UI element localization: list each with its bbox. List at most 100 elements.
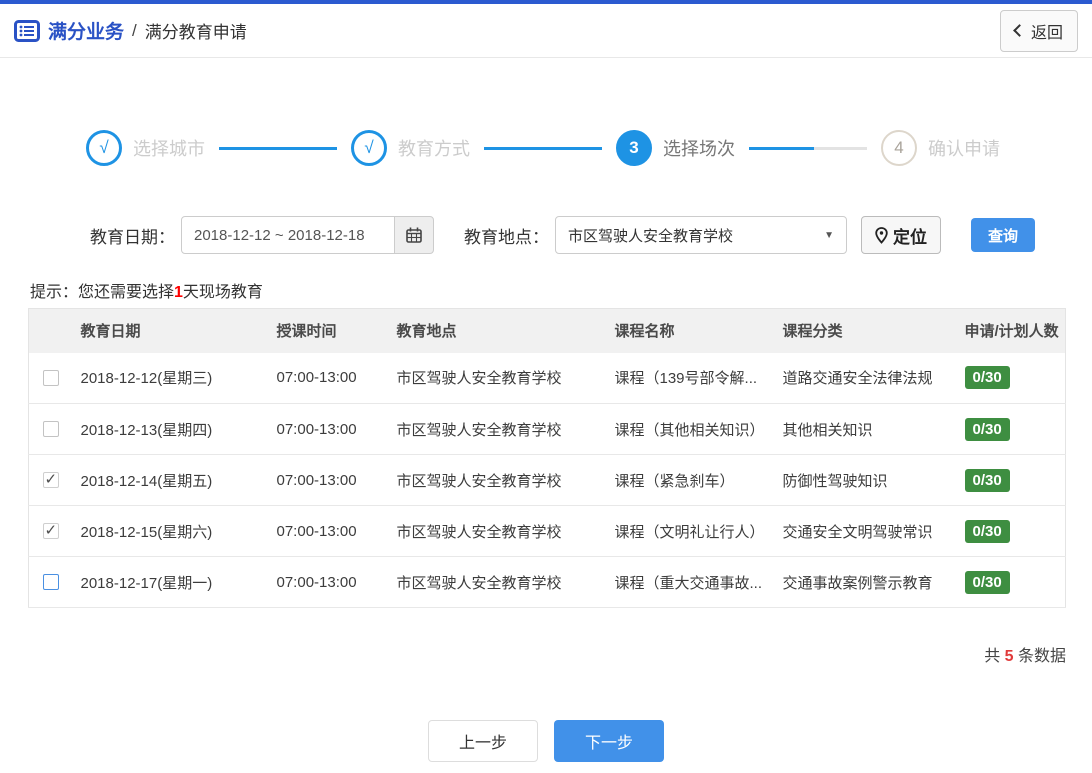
cell-date: 2018-12-17(星期一) [72,556,269,608]
table-row: ✓ 2018-12-13(星期四) 07:00-13:00 市区驾驶人安全教育学… [28,403,1066,455]
check-icon: ✓ [44,470,58,488]
step-4-circle: 4 [881,130,917,166]
previous-step-button[interactable]: 上一步 [428,720,538,762]
row-checkbox[interactable]: ✓ [42,470,59,488]
cell-location: 市区驾驶人安全教育学校 [388,403,607,455]
cell-category: 交通事故案例警示教育 [774,556,957,608]
row-checkbox[interactable]: ✓ [42,574,59,590]
step-4-label: 确认申请 [928,139,1000,159]
step-3-circle: 3 [616,130,652,166]
column-header-checkbox [28,308,73,353]
step-2-circle: √ [351,130,387,166]
table-row: ✓ 2018-12-14(星期五) 07:00-13:00 市区驾驶人安全教育学… [28,454,1066,506]
cell-category: 防御性驾驶知识 [774,454,957,506]
capacity-badge: 0/30 [964,519,1010,543]
filter-bar: 教育日期： 教育地点： 市区驾驶人安全教育学校 ▼ 定位 查询 [90,216,1092,254]
step-select-session: 3 选择场次 [616,130,735,166]
locate-button[interactable]: 定位 [861,216,941,254]
summary-suffix: 条数据 [1013,648,1066,665]
cell-category: 道路交通安全法律法规 [774,352,957,404]
step-education-method: √ 教育方式 [351,130,470,166]
chevron-left-icon [1013,24,1026,37]
row-checkbox[interactable]: ✓ [42,421,59,437]
step-1-label: 选择城市 [133,139,205,159]
step-2-label: 教育方式 [398,139,470,159]
hint-prefix: 提示：您还需要选择 [30,284,175,301]
location-select-value: 市区驾驶人安全教育学校 [568,227,734,245]
breadcrumb: 满分业务 / 满分教育申请 [14,17,247,44]
cell-location: 市区驾驶人安全教育学校 [388,556,607,608]
date-label: 教育日期： [90,227,175,247]
table-row: ✓ 2018-12-15(星期六) 07:00-13:00 市区驾驶人安全教育学… [28,505,1066,557]
cell-category: 交通安全文明驾驶常识 [774,505,957,557]
step-connector [484,146,602,150]
table-row: ✓ 2018-12-12(星期三) 07:00-13:00 市区驾驶人安全教育学… [28,352,1066,404]
cell-date: 2018-12-14(星期五) [72,454,269,506]
next-step-button[interactable]: 下一步 [554,720,664,762]
cell-date: 2018-12-13(星期四) [72,403,269,455]
column-header-location: 教育地点 [388,308,607,353]
cell-course: 课程（重大交通事故... [606,556,775,608]
stepper: √ 选择城市 √ 教育方式 3 选择场次 4 确认申请 [86,130,1000,166]
cell-category: 其他相关知识 [774,403,957,455]
cell-time: 07:00-13:00 [268,352,389,404]
column-header-category: 课程分类 [774,308,957,353]
capacity-badge: 0/30 [964,417,1010,441]
capacity-badge: 0/30 [964,366,1010,390]
cell-time: 07:00-13:00 [268,454,389,506]
page-title: 满分教育申请 [144,23,247,42]
calendar-button[interactable] [394,216,434,254]
cell-date: 2018-12-15(星期六) [72,505,269,557]
cell-time: 07:00-13:00 [268,505,389,557]
location-pin-icon [875,226,888,244]
cell-course: 课程（文明礼让行人） [606,505,775,557]
hint-text: 提示：您还需要选择1天现场教育 [30,278,1092,302]
search-button[interactable]: 查询 [971,218,1035,252]
back-button-label: 返回 [1030,24,1063,42]
record-count-summary: 共 5 条数据 [0,642,1066,666]
check-icon: ✓ [44,521,58,539]
cell-location: 市区驾驶人安全教育学校 [388,352,607,404]
locate-button-label: 定位 [893,227,927,247]
calendar-icon [406,227,422,243]
column-header-time: 授课时间 [268,308,389,353]
cell-time: 07:00-13:00 [268,403,389,455]
cell-location: 市区驾驶人安全教育学校 [388,505,607,557]
cell-time: 07:00-13:00 [268,556,389,608]
cell-location: 市区驾驶人安全教育学校 [388,454,607,506]
summary-count: 5 [1004,648,1014,665]
date-range-group [181,216,434,254]
summary-prefix: 共 [984,648,1005,665]
step-1-circle: √ [86,130,122,166]
breadcrumb-section[interactable]: 满分业务 [48,17,124,44]
date-range-input[interactable] [181,216,395,254]
step-select-city: √ 选择城市 [86,130,205,166]
capacity-badge: 0/30 [964,570,1010,594]
table-row: ✓ 2018-12-17(星期一) 07:00-13:00 市区驾驶人安全教育学… [28,556,1066,608]
wizard-footer: 上一步 下一步 [0,720,1092,762]
column-header-course: 课程名称 [606,308,775,353]
table-header-row: 教育日期 授课时间 教育地点 课程名称 课程分类 申请/计划人数 [28,308,1066,353]
location-select[interactable]: 市区驾驶人安全教育学校 ▼ [555,216,847,254]
page-header: 满分业务 / 满分教育申请 返回 [0,4,1092,58]
step-connector [219,146,337,150]
step-3-label: 选择场次 [663,139,735,159]
sessions-table-wrapper: 教育日期 授课时间 教育地点 课程名称 课程分类 申请/计划人数 ✓ 2018-… [28,308,1066,608]
cell-date: 2018-12-12(星期三) [72,352,269,404]
step-confirm-application: 4 确认申请 [881,130,1000,166]
hint-suffix: 天现场教育 [182,284,263,301]
breadcrumb-separator: / [132,20,137,40]
cell-course: 课程（紧急刹车） [606,454,775,506]
column-header-date: 教育日期 [72,308,269,353]
cell-course: 课程（139号部令解... [606,352,775,404]
location-label: 教育地点： [464,227,549,247]
chevron-down-icon: ▼ [824,229,834,241]
step-connector [749,146,867,150]
row-checkbox[interactable]: ✓ [42,521,59,539]
list-icon [14,19,40,42]
hint-highlight: 1 [174,284,183,301]
row-checkbox[interactable]: ✓ [42,369,59,386]
sessions-table: 教育日期 授课时间 教育地点 课程名称 课程分类 申请/计划人数 ✓ 2018-… [28,308,1066,608]
back-button[interactable]: 返回 [999,9,1078,52]
cell-course: 课程（其他相关知识） [606,403,775,455]
